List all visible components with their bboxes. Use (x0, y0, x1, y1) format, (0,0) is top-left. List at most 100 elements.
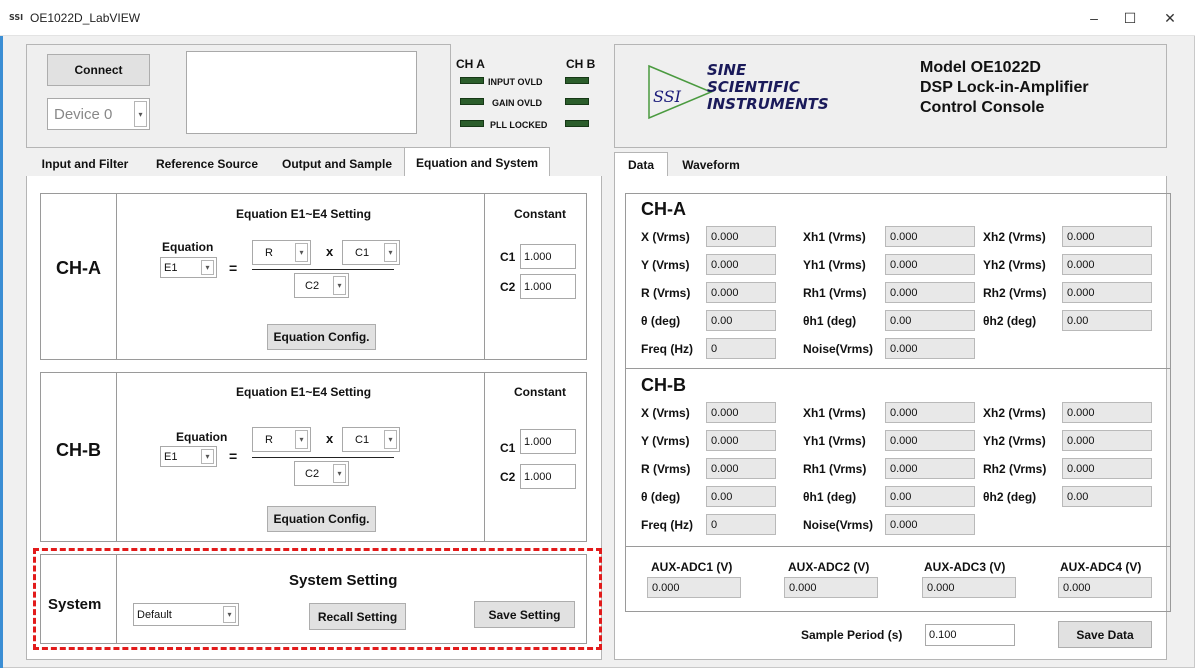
chevron-down-icon: ▾ (201, 260, 214, 275)
data-cha-yh1-label: Yh1 (Vrms) (803, 258, 866, 272)
chb-equation-config-button[interactable]: Equation Config. (267, 506, 376, 532)
gain-ovld-label: GAIN OVLD (492, 98, 543, 108)
data-cha-noise-label: Noise(Vrms) (803, 342, 874, 356)
cha-c2-label: C2 (500, 280, 516, 294)
sample-period-input[interactable]: 0.100 (925, 624, 1015, 646)
status-textbox[interactable] (186, 51, 417, 134)
data-chb-noise-value: 0.000 (885, 514, 975, 535)
connect-button[interactable]: Connect (47, 54, 150, 86)
device-select[interactable]: Device 0 ▾ (47, 98, 150, 130)
save-data-button[interactable]: Save Data (1058, 621, 1152, 648)
data-cha-y-label: Y (Vrms) (641, 258, 690, 272)
data-cha-rh1-value: 0.000 (885, 282, 975, 303)
minimize-button[interactable]: – (1082, 8, 1106, 28)
cha-equation-heading: Equation E1~E4 Setting (236, 207, 372, 221)
chevron-down-icon: ▾ (295, 430, 308, 449)
data-cha-yh2-label: Yh2 (Vrms) (983, 258, 1046, 272)
cha-fraction-line (252, 269, 394, 270)
data-chb-yh1-value: 0.000 (885, 430, 975, 451)
data-cha-rh2-value: 0.000 (1062, 282, 1152, 303)
chb-label: CH-B (56, 440, 101, 460)
cha-times: x (326, 244, 334, 259)
recall-setting-button[interactable]: Recall Setting (309, 603, 406, 630)
cha-constant-heading: Constant (514, 207, 566, 221)
data-cha-y-value: 0.000 (706, 254, 776, 275)
aux-adc2-label: AUX-ADC2 (V) (788, 560, 870, 574)
chevron-down-icon: ▾ (333, 276, 346, 295)
cha-c2-input[interactable]: 1.000 (520, 274, 576, 299)
chevron-down-icon: ▾ (223, 606, 236, 623)
data-chb-y-label: Y (Vrms) (641, 434, 690, 448)
chb-indicator-label: CH B (566, 57, 596, 71)
data-chb-xh1-label: Xh1 (Vrms) (803, 406, 866, 420)
chevron-down-icon: ▾ (384, 430, 397, 449)
close-button[interactable]: ✕ (1158, 8, 1182, 28)
cha-c1-input[interactable]: 1.000 (520, 244, 576, 269)
system-preset-select[interactable]: Default ▾ (133, 603, 239, 626)
tab-output-sample[interactable]: Output and Sample (272, 152, 402, 176)
data-cha-yh1-value: 0.000 (885, 254, 975, 275)
aux-adc4-value: 0.000 (1058, 577, 1152, 598)
window-left-edge (0, 36, 3, 668)
pll-locked-label: PLL LOCKED (490, 120, 548, 130)
chb-times: x (326, 431, 334, 446)
save-setting-button[interactable]: Save Setting (474, 601, 575, 628)
aux-adc4-label: AUX-ADC4 (V) (1060, 560, 1142, 574)
tab-equation-system[interactable]: Equation and System (404, 147, 550, 177)
chb-equation-label: Equation (176, 430, 228, 444)
data-chb-xh1-value: 0.000 (885, 402, 975, 423)
tab-input-filter[interactable]: Input and Filter (28, 152, 142, 176)
data-cha-title: CH-A (641, 199, 686, 219)
chevron-down-icon: ▾ (333, 464, 346, 483)
ssi-logo-text: SSI (653, 87, 682, 106)
cha-indicator-label: CH A (456, 57, 485, 71)
cha-gain-ovld-led (460, 98, 484, 105)
input-ovld-label: INPUT OVLD (488, 77, 543, 87)
chb-c1-input[interactable]: 1.000 (520, 429, 576, 454)
chb-num1-value: R (265, 433, 273, 446)
cha-equation-config-button[interactable]: Equation Config. (267, 324, 376, 350)
data-chb-xh2-value: 0.000 (1062, 402, 1152, 423)
data-cha-r-value: 0.000 (706, 282, 776, 303)
cha-denom-select[interactable]: C2 ▾ (294, 273, 349, 298)
cha-num2-select[interactable]: C1 ▾ (342, 240, 400, 265)
data-chb-thetah1-label: θh1 (deg) (803, 490, 857, 504)
data-cha-xh1-label: Xh1 (Vrms) (803, 230, 866, 244)
cha-num1-select[interactable]: R ▾ (252, 240, 311, 265)
data-chb-r-value: 0.000 (706, 458, 776, 479)
data-cha-theta-value: 0.00 (706, 310, 776, 331)
model-subtitle1: DSP Lock-in-Amplifier (920, 79, 1089, 96)
tab-data[interactable]: Data (614, 152, 668, 177)
cha-num2-value: C1 (355, 246, 370, 259)
chb-num2-select[interactable]: C1 ▾ (342, 427, 400, 452)
brand-line1: SINE (707, 61, 747, 79)
data-cha-yh2-value: 0.000 (1062, 254, 1152, 275)
data-chb-title: CH-B (641, 375, 686, 395)
chb-equation-select[interactable]: E1 ▾ (160, 446, 217, 467)
aux-adc2-value: 0.000 (784, 577, 878, 598)
data-chb-rh1-value: 0.000 (885, 458, 975, 479)
data-chb-thetah2-value: 0.00 (1062, 486, 1152, 507)
data-chb-freq-value: 0 (706, 514, 776, 535)
maximize-button[interactable]: ☐ (1118, 8, 1142, 28)
chb-denom-select[interactable]: C2 ▾ (294, 461, 349, 486)
data-chb-x-label: X (Vrms) (641, 406, 690, 420)
cha-equation-value: E1 (164, 261, 178, 274)
tab-reference-source[interactable]: Reference Source (146, 152, 268, 176)
chevron-down-icon: ▾ (201, 449, 214, 464)
cha-c1-label: C1 (500, 250, 516, 264)
tab-waveform[interactable]: Waveform (670, 153, 752, 177)
chb-c2-input[interactable]: 1.000 (520, 464, 576, 489)
sample-period-label: Sample Period (s) (801, 628, 903, 642)
chevron-down-icon: ▾ (384, 243, 397, 262)
system-setting-heading: System Setting (289, 572, 398, 589)
model-title: Model OE1022D (920, 59, 1041, 76)
chb-c2-label: C2 (500, 470, 516, 484)
data-cha-noise-value: 0.000 (885, 338, 975, 359)
brand-line3: INSTRUMENTS (707, 95, 829, 113)
data-chb-theta-label: θ (deg) (641, 490, 681, 504)
data-chb-r-label: R (Vrms) (641, 462, 691, 476)
chb-num1-select[interactable]: R ▾ (252, 427, 311, 452)
chb-gain-ovld-led (565, 98, 589, 105)
cha-equation-select[interactable]: E1 ▾ (160, 257, 217, 278)
